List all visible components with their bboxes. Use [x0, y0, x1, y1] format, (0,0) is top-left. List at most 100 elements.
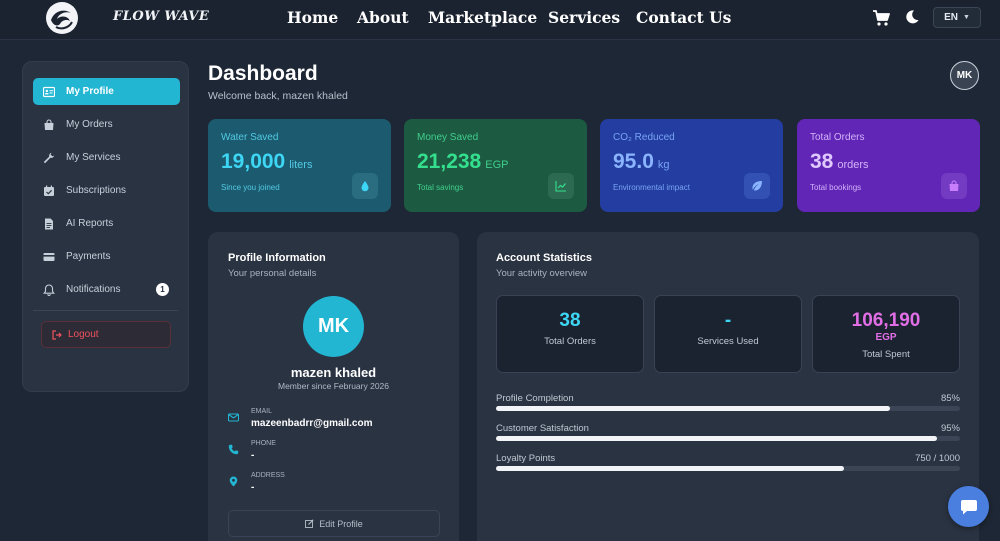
panel-subtitle: Your personal details — [228, 268, 317, 279]
avatar[interactable]: MK — [950, 61, 979, 90]
stat-value: 19,000 — [221, 150, 286, 173]
email-label: EMAIL — [251, 408, 273, 415]
tile-label: Total Spent — [862, 349, 910, 360]
profile-information-panel: Profile Information Your personal detail… — [208, 232, 459, 541]
stat-value-wrap: 95.0 kg — [613, 150, 670, 174]
stat-note: Total savings — [417, 183, 464, 192]
progress-label: Loyalty Points — [496, 453, 556, 464]
stat-unit: EGP — [485, 159, 509, 171]
stat-value: 21,238 — [417, 150, 482, 173]
sidebar-item-my-services[interactable]: My Services — [33, 144, 180, 171]
progress-fill — [496, 466, 844, 471]
sidebar-item-label: Payments — [66, 251, 111, 262]
document-icon — [45, 218, 53, 229]
profile-completion-progress: Profile Completion 85% — [496, 393, 960, 413]
nav-home-link[interactable]: Home — [287, 8, 338, 27]
sidebar: My Profile My Orders My Services Subscri… — [22, 61, 189, 392]
sidebar-item-label: Subscriptions — [66, 185, 127, 196]
phone-row: PHONE - — [228, 440, 438, 466]
address-row: ADDRESS - — [228, 472, 438, 498]
phone-value: - — [251, 450, 255, 461]
tile-value: - — [724, 310, 732, 331]
credit-card-icon — [43, 252, 55, 261]
customer-satisfaction-progress: Customer Satisfaction 95% — [496, 423, 960, 443]
edit-profile-label: Edit Profile — [319, 518, 363, 529]
bell-icon — [43, 283, 55, 296]
chat-button[interactable] — [948, 486, 989, 527]
stat-value-wrap: 19,000 liters — [221, 150, 312, 174]
progress-value: 85% — [940, 393, 960, 404]
progress-track — [496, 436, 960, 441]
tile-label: Services Used — [697, 336, 759, 347]
language-value: EN — [944, 12, 958, 23]
sidebar-item-ai-reports[interactable]: AI Reports — [33, 210, 180, 237]
sidebar-item-label: My Profile — [66, 86, 114, 97]
money-saved-card: Money Saved 21,238 EGP Total savings — [404, 119, 587, 212]
calendar-check-icon — [44, 185, 54, 196]
logout-label: Logout — [68, 329, 99, 340]
edit-icon — [305, 519, 314, 528]
map-pin-icon — [229, 476, 238, 487]
nav-services-link[interactable]: Services — [548, 8, 620, 27]
edit-profile-button[interactable]: Edit Profile — [228, 510, 440, 537]
sidebar-item-label: AI Reports — [66, 218, 114, 229]
total-spent-tile: 106,190 EGP Total Spent — [812, 295, 960, 373]
stat-icon-box — [352, 173, 378, 199]
nav-contact-link[interactable]: Contact Us — [636, 8, 731, 27]
progress-label: Profile Completion — [496, 393, 574, 404]
progress-track — [496, 466, 960, 471]
progress-fill — [496, 406, 891, 411]
email-row: EMAIL mazeenbadrr@gmail.com — [228, 408, 438, 434]
envelope-icon — [228, 413, 239, 422]
stat-label: Money Saved — [417, 132, 479, 143]
account-statistics-panel: Account Statistics Your activity overvie… — [477, 232, 979, 541]
stat-value: 95.0 — [613, 150, 654, 173]
profile-name: mazen khaled — [290, 365, 377, 380]
stat-value-wrap: 21,238 EGP — [417, 150, 508, 174]
sidebar-item-payments[interactable]: Payments — [33, 243, 180, 270]
stat-unit: kg — [657, 159, 670, 171]
loyalty-points-progress: Loyalty Points 750 / 1000 — [496, 453, 960, 473]
stat-note: Since you joined — [221, 183, 280, 192]
nav-marketplace-link[interactable]: Marketplace — [428, 8, 537, 27]
stat-icon-box — [548, 173, 574, 199]
tile-label: Total Orders — [544, 336, 596, 347]
stat-icon-box — [941, 173, 967, 199]
logout-button[interactable]: Logout — [41, 321, 171, 348]
page-title: Dashboard — [208, 62, 318, 85]
top-navbar: FLOW WAVE Home About Marketplace Service… — [0, 0, 1000, 40]
chevron-down-icon: ▼ — [962, 14, 970, 21]
stat-label: CO₂ Reduced — [613, 132, 675, 143]
tile-value: 38 — [559, 310, 581, 331]
logout-icon — [52, 329, 62, 340]
nav-about-link[interactable]: About — [357, 8, 409, 27]
language-select[interactable]: EN ▼ — [933, 7, 981, 28]
email-value: mazeenbadrr@gmail.com — [251, 418, 373, 429]
sidebar-item-subscriptions[interactable]: Subscriptions — [33, 177, 180, 204]
address-label: ADDRESS — [251, 472, 285, 479]
leaf-icon — [752, 181, 762, 191]
tile-currency: EGP — [875, 332, 897, 343]
progress-track — [496, 406, 960, 411]
moon-icon[interactable] — [904, 9, 920, 25]
phone-label: PHONE — [251, 440, 276, 447]
sidebar-divider — [33, 310, 178, 311]
water-drop-icon — [361, 181, 369, 192]
sidebar-item-label: My Orders — [66, 119, 113, 130]
phone-icon — [228, 444, 239, 455]
panel-title: Profile Information — [228, 252, 326, 264]
member-since: Member since February 2026 — [277, 381, 390, 391]
shopping-bag-icon — [44, 118, 54, 130]
wrench-icon — [43, 152, 55, 163]
stat-label: Water Saved — [221, 132, 279, 143]
cart-icon[interactable] — [872, 9, 890, 27]
sidebar-item-my-orders[interactable]: My Orders — [33, 111, 180, 138]
progress-value: 95% — [940, 423, 960, 434]
total-orders-tile: 38 Total Orders — [496, 295, 644, 373]
address-value: - — [251, 482, 255, 493]
stat-icon-box — [744, 173, 770, 199]
progress-label: Customer Satisfaction — [496, 423, 589, 434]
sidebar-item-notifications[interactable]: Notifications 1 — [33, 276, 180, 303]
sidebar-item-my-profile[interactable]: My Profile — [33, 78, 180, 105]
sidebar-item-label: Notifications — [66, 284, 121, 295]
